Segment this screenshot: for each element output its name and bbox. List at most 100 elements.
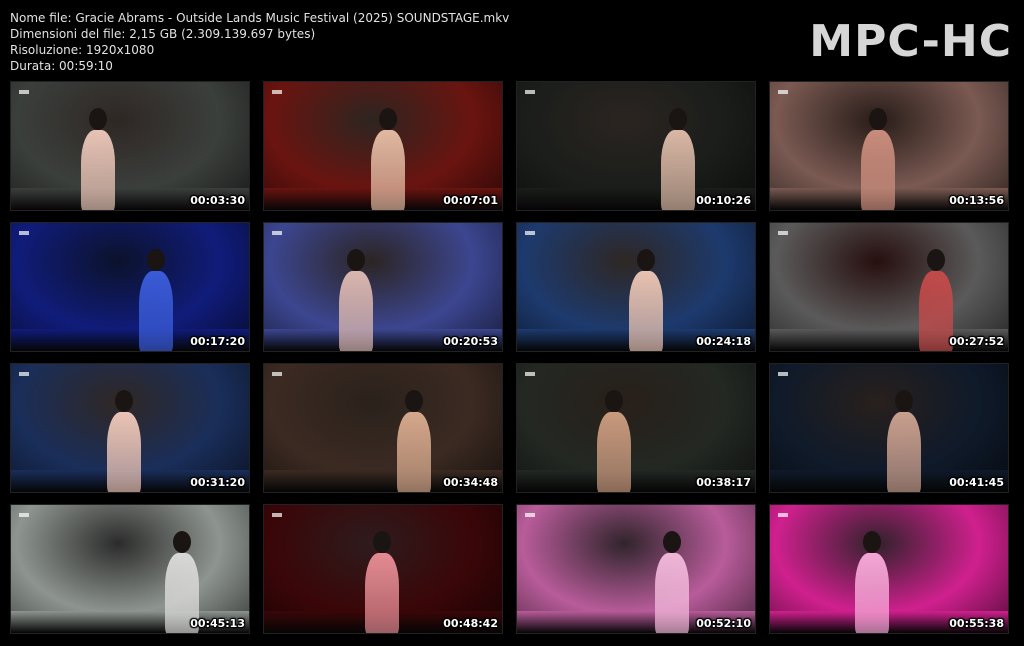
performer-head	[379, 108, 397, 130]
performer-figure	[139, 271, 173, 351]
thumbnail-timestamp: 00:52:10	[696, 617, 751, 630]
performer-figure	[81, 130, 115, 210]
channel-watermark	[778, 88, 791, 95]
thumbnail-scene	[11, 505, 249, 633]
performer-figure	[861, 130, 895, 210]
thumbnail: 00:17:20	[10, 222, 250, 352]
thumbnail: 00:03:30	[10, 81, 250, 211]
thumbnail-timestamp: 00:48:42	[443, 617, 498, 630]
performer-head	[863, 531, 881, 553]
thumbnail-scene	[517, 364, 755, 492]
thumbnail-scene	[517, 223, 755, 351]
thumbnail-timestamp: 00:27:52	[949, 335, 1004, 348]
performer-head	[373, 531, 391, 553]
performer-head	[147, 249, 165, 271]
thumbnail: 00:45:13	[10, 504, 250, 634]
thumbnail: 00:52:10	[516, 504, 756, 634]
performer-head	[347, 249, 365, 271]
channel-watermark	[525, 88, 538, 95]
file-size: Dimensioni del file: 2,15 GB (2.309.139.…	[10, 27, 316, 41]
performer-head	[173, 531, 191, 553]
channel-watermark	[19, 88, 32, 95]
channel-watermark	[525, 229, 538, 236]
thumbnail: 00:10:26	[516, 81, 756, 211]
thumbnail-scene	[11, 223, 249, 351]
thumbnail-scene	[517, 82, 755, 210]
thumbnail-timestamp: 00:38:17	[696, 476, 751, 489]
thumbnail-timestamp: 00:24:18	[696, 335, 751, 348]
duration: Durata: 00:59:10	[10, 59, 113, 73]
channel-watermark	[272, 88, 285, 95]
performer-figure	[107, 412, 141, 492]
thumbnail: 00:27:52	[769, 222, 1009, 352]
thumbnail: 00:41:45	[769, 363, 1009, 493]
thumbnail-grid: 00:03:30 00:07:01 00:10:26 00:13:56 00:17:20…	[10, 81, 1014, 634]
performer-head	[405, 390, 423, 412]
thumbnail-timestamp: 00:31:20	[190, 476, 245, 489]
thumbnail-scene	[264, 364, 502, 492]
performer-head	[115, 390, 133, 412]
thumbnail-scene	[770, 505, 1008, 633]
thumbnail-timestamp: 00:03:30	[190, 194, 245, 207]
thumbnail-timestamp: 00:34:48	[443, 476, 498, 489]
channel-watermark	[525, 370, 538, 377]
thumbnail: 00:31:20	[10, 363, 250, 493]
thumbnail: 00:38:17	[516, 363, 756, 493]
performer-head	[663, 531, 681, 553]
performer-figure	[397, 412, 431, 492]
performer-head	[895, 390, 913, 412]
thumbnail-scene	[264, 223, 502, 351]
performer-figure	[919, 271, 953, 351]
thumbnail-timestamp: 00:20:53	[443, 335, 498, 348]
performer-head	[637, 249, 655, 271]
thumbnail-timestamp: 00:17:20	[190, 335, 245, 348]
thumbnail-scene	[264, 505, 502, 633]
channel-watermark	[19, 511, 32, 518]
thumbnail-scene	[770, 82, 1008, 210]
thumbnail: 00:07:01	[263, 81, 503, 211]
thumbnail: 00:13:56	[769, 81, 1009, 211]
channel-watermark	[272, 229, 285, 236]
performer-figure	[365, 553, 399, 633]
performer-head	[605, 390, 623, 412]
thumbnail: 00:24:18	[516, 222, 756, 352]
thumbnail-timestamp: 00:41:45	[949, 476, 1004, 489]
thumbnail: 00:34:48	[263, 363, 503, 493]
resolution: Risoluzione: 1920x1080	[10, 43, 155, 57]
mpc-hc-logo: MPC-HC	[809, 16, 1012, 67]
file-info: Nome file: Gracie Abrams - Outside Lands…	[10, 10, 509, 74]
channel-watermark	[272, 511, 285, 518]
channel-watermark	[778, 511, 791, 518]
channel-watermark	[272, 370, 285, 377]
performer-figure	[339, 271, 373, 351]
performer-figure	[371, 130, 405, 210]
performer-head	[89, 108, 107, 130]
performer-head	[669, 108, 687, 130]
performer-figure	[597, 412, 631, 492]
channel-watermark	[19, 370, 32, 377]
performer-figure	[661, 130, 695, 210]
thumbnail-timestamp: 00:45:13	[190, 617, 245, 630]
performer-figure	[855, 553, 889, 633]
channel-watermark	[19, 229, 32, 236]
performer-head	[869, 108, 887, 130]
channel-watermark	[525, 511, 538, 518]
thumbnail-timestamp: 00:13:56	[949, 194, 1004, 207]
thumbnail-scene	[264, 82, 502, 210]
performer-figure	[655, 553, 689, 633]
thumbnail-scene	[770, 223, 1008, 351]
thumbnail-timestamp: 00:10:26	[696, 194, 751, 207]
performer-figure	[629, 271, 663, 351]
thumbnail-scene	[11, 364, 249, 492]
performer-head	[927, 249, 945, 271]
thumbnail-scene	[770, 364, 1008, 492]
file-name: Nome file: Gracie Abrams - Outside Lands…	[10, 11, 510, 25]
thumbnail: 00:20:53	[263, 222, 503, 352]
thumbnail: 00:48:42	[263, 504, 503, 634]
thumbnail: 00:55:38	[769, 504, 1009, 634]
channel-watermark	[778, 370, 791, 377]
thumbnail-scene	[11, 82, 249, 210]
performer-figure	[887, 412, 921, 492]
thumbnail-timestamp: 00:07:01	[443, 194, 498, 207]
channel-watermark	[778, 229, 791, 236]
